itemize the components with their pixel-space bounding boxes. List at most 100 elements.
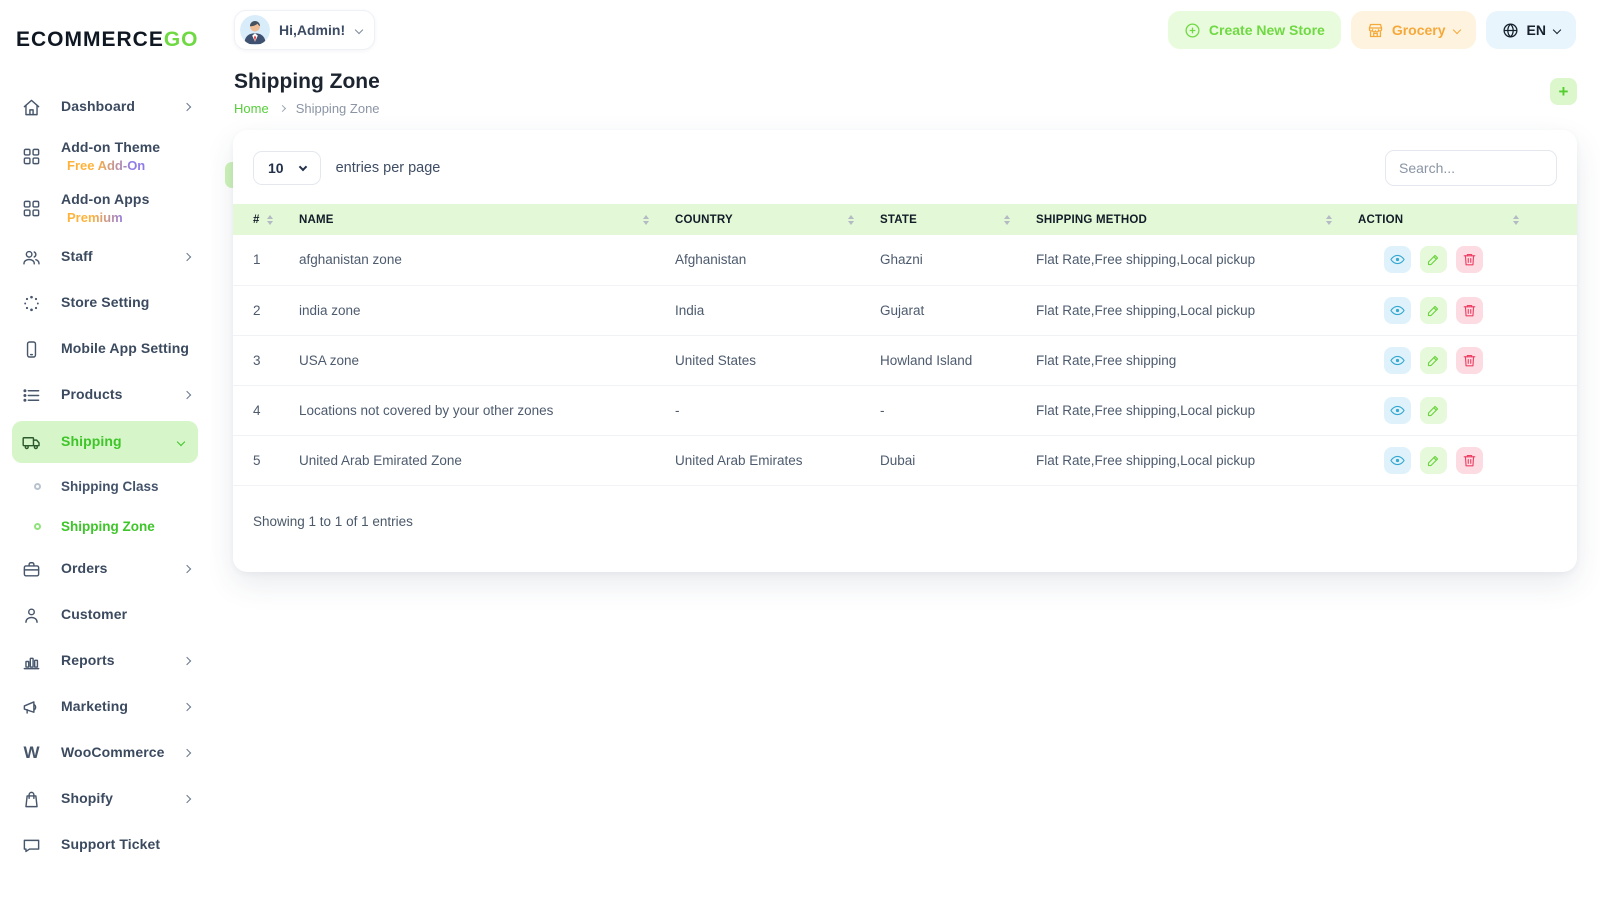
table-row: 2india zoneIndiaGujaratFlat Rate,Free sh… — [233, 285, 1577, 335]
edit-button[interactable] — [1420, 246, 1447, 273]
zone-name: afghanistan zone — [299, 235, 675, 285]
sidebar-item-products[interactable]: Products — [0, 372, 210, 418]
pencil-icon — [1426, 353, 1441, 368]
sidebar-item-marketing[interactable]: Marketing — [0, 684, 210, 730]
user-greeting: Hi,Admin! — [279, 22, 345, 38]
sort-icon[interactable] — [1326, 215, 1332, 225]
column-header-[interactable]: # — [233, 204, 299, 235]
sidebar-item-orders[interactable]: Orders — [0, 546, 210, 592]
table-footer-info: Showing 1 to 1 of 1 entries — [233, 486, 1577, 529]
view-button[interactable] — [1384, 246, 1411, 273]
column-header-action[interactable]: ACTION — [1358, 204, 1577, 235]
chevron-right-icon — [184, 566, 190, 572]
eye-icon — [1390, 303, 1405, 318]
sidebar-item-label: Products — [61, 386, 122, 402]
shipping-zone-card: 10 entries per page #NAMECOUNTRYSTATESHI… — [233, 130, 1577, 572]
create-new-store-button[interactable]: Create New Store — [1168, 11, 1341, 49]
search-input[interactable] — [1385, 150, 1557, 186]
circle-plus-icon — [1184, 22, 1201, 39]
sidebar-item-label: WooCommerce — [61, 744, 165, 760]
sidebar-item-label: Orders — [61, 560, 108, 576]
zone-name: Locations not covered by your other zone… — [299, 385, 675, 435]
sidebar-subitem-label: Shipping Class — [61, 479, 159, 494]
megaphone-icon — [22, 698, 41, 717]
sidebar-item-staff[interactable]: Staff — [0, 234, 210, 280]
column-header-shipping-method[interactable]: SHIPPING METHOD — [1036, 204, 1358, 235]
edit-button[interactable] — [1420, 297, 1447, 324]
row-actions — [1358, 435, 1577, 485]
sidebar-item-label: Reports — [61, 652, 115, 668]
mobile-icon — [22, 340, 41, 359]
eye-icon — [1390, 403, 1405, 418]
chevron-right-icon — [279, 105, 286, 112]
sort-icon[interactable] — [1513, 215, 1519, 225]
zone-name: india zone — [299, 285, 675, 335]
view-button[interactable] — [1384, 347, 1411, 374]
column-label: ACTION — [1358, 214, 1403, 226]
row-number: 1 — [233, 235, 299, 285]
zone-country: Afghanistan — [675, 235, 880, 285]
chevron-right-icon — [184, 704, 190, 710]
delete-button[interactable] — [1456, 297, 1483, 324]
edit-button[interactable] — [1420, 347, 1447, 374]
zone-state: Gujarat — [880, 285, 1036, 335]
sort-icon[interactable] — [267, 215, 273, 225]
chevron-down-icon — [178, 439, 184, 445]
breadcrumb-current: Shipping Zone — [296, 101, 380, 116]
add-shipping-zone-button[interactable]: + — [1550, 78, 1577, 105]
language-selector-button[interactable]: EN — [1486, 11, 1576, 49]
table-controls: 10 entries per page — [233, 144, 1577, 204]
sidebar-item-store-setting[interactable]: Store Setting — [0, 280, 210, 326]
view-button[interactable] — [1384, 297, 1411, 324]
sidebar-item-subtitle: Premium — [67, 210, 149, 226]
column-header-name[interactable]: NAME — [299, 204, 675, 235]
truck-icon — [22, 433, 41, 452]
sidebar-nav: DashboardAdd-on ThemeFree Add-OnAdd-on A… — [0, 76, 210, 862]
row-actions — [1358, 385, 1577, 435]
sidebar-subitem-shipping-class[interactable]: Shipping Class — [0, 466, 210, 506]
view-button[interactable] — [1384, 397, 1411, 424]
sidebar-item-add-on-apps[interactable]: Add-on Apps Premium — [0, 182, 210, 234]
chevron-right-icon — [184, 750, 190, 756]
sort-icon[interactable] — [848, 215, 854, 225]
shopify-icon — [22, 790, 41, 809]
user-menu[interactable]: Hi,Admin! — [234, 10, 375, 50]
edit-button[interactable] — [1420, 447, 1447, 474]
entries-per-page-select[interactable]: 10 — [253, 151, 321, 185]
sidebar-item-shipping[interactable]: Shipping — [12, 421, 198, 463]
zone-country: United States — [675, 335, 880, 385]
sidebar-item-add-on-theme[interactable]: Add-on ThemeFree Add-On — [0, 130, 210, 182]
trash-icon — [1462, 453, 1477, 468]
edit-button[interactable] — [1420, 397, 1447, 424]
eye-icon — [1390, 252, 1405, 267]
topbar-actions: Create New Store Grocery EN — [1168, 11, 1576, 49]
delete-button[interactable] — [1456, 246, 1483, 273]
column-header-country[interactable]: COUNTRY — [675, 204, 880, 235]
sidebar-subitem-shipping-zone[interactable]: Shipping Zone — [0, 506, 210, 546]
store-switcher-button[interactable]: Grocery — [1351, 11, 1476, 49]
storefront-icon — [1367, 22, 1384, 39]
column-header-state[interactable]: STATE — [880, 204, 1036, 235]
sidebar-item-reports[interactable]: Reports — [0, 638, 210, 684]
sidebar-item-customer[interactable]: Customer — [0, 592, 210, 638]
delete-button[interactable] — [1456, 447, 1483, 474]
chevron-right-icon — [184, 392, 190, 398]
delete-button[interactable] — [1456, 347, 1483, 374]
topbar: Hi,Admin! Create New Store Grocery EN — [210, 0, 1600, 54]
row-actions — [1358, 235, 1577, 285]
sidebar-item-label: Add-on Apps — [61, 191, 149, 207]
sidebar-item-mobile-app-setting[interactable]: Mobile App Setting — [0, 326, 210, 372]
grid-icon — [22, 147, 41, 166]
zone-shipping-method: Flat Rate,Free shipping,Local pickup — [1036, 435, 1358, 485]
sidebar-item-shopify[interactable]: Shopify — [0, 776, 210, 822]
row-actions — [1358, 335, 1577, 385]
sidebar-item-woocommerce[interactable]: WWooCommerce — [0, 730, 210, 776]
zone-state: Dubai — [880, 435, 1036, 485]
sidebar-item-dashboard[interactable]: Dashboard — [0, 84, 210, 130]
sort-icon[interactable] — [1004, 215, 1010, 225]
view-button[interactable] — [1384, 447, 1411, 474]
sort-icon[interactable] — [643, 215, 649, 225]
sidebar-item-support-ticket[interactable]: Support Ticket — [0, 822, 210, 862]
breadcrumb-home-link[interactable]: Home — [234, 101, 269, 116]
zone-name: USA zone — [299, 335, 675, 385]
